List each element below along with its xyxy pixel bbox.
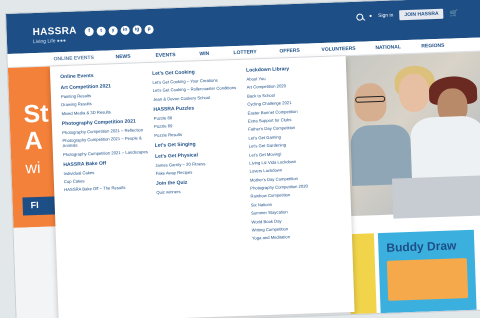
photo-person-face — [398, 73, 430, 113]
brand-logo[interactable]: HASSRA Living Life ●●● — [32, 26, 77, 46]
hero-button[interactable]: FI — [22, 196, 58, 216]
menu-link[interactable]: Cycling Challenge 2021 — [247, 99, 339, 107]
menu-heading[interactable]: Online Events — [60, 71, 148, 80]
nav-national[interactable]: NATIONAL — [375, 44, 401, 51]
hero-headline: St A wi — [23, 99, 51, 183]
buddy-draw-card[interactable]: Buddy Draw — [377, 229, 477, 314]
menu-link[interactable]: James Garrity – 20 Fitness — [155, 159, 243, 168]
menu-link[interactable]: Puzzle 88 — [154, 113, 242, 121]
menu-link[interactable]: Father's Day Competition — [248, 124, 340, 132]
menu-link[interactable]: Extra Support for Clubs — [248, 115, 340, 124]
menu-link[interactable]: Let's Get Gardening — [249, 141, 341, 148]
nav-lottery[interactable]: LOTTERY — [233, 49, 256, 56]
menu-link[interactable]: Drawing Results — [61, 99, 149, 107]
hero-line-1: St — [23, 99, 49, 129]
menu-link[interactable]: Let's Get Moving! — [249, 149, 341, 157]
header-toolbar: ● Sign in JOIN HASSRA 🛒 — [355, 8, 459, 22]
menu-link[interactable]: Photography Competition 2021 – People & … — [62, 135, 150, 149]
menu-link[interactable]: Writing Competition — [252, 224, 344, 232]
photo-laptop — [391, 175, 480, 219]
hero-line-3: wi — [25, 159, 41, 178]
search-icon[interactable] — [355, 13, 364, 21]
menu-heading[interactable]: Lockdown Library — [246, 64, 338, 73]
menu-heading[interactable]: Let's Get Cooking — [152, 68, 240, 76]
brand-name: HASSRA — [32, 25, 77, 39]
menu-column-1: Online Events Art Competition 2021 Paintin… — [60, 71, 152, 196]
menu-heading[interactable]: Photography Competition 2021 — [62, 118, 150, 127]
menu-column-2: Let's Get Cooking Let's Get Cooking – You… — [152, 68, 244, 198]
twitter-icon[interactable]: t — [96, 26, 106, 36]
menu-heading[interactable]: Join the Quiz — [156, 178, 244, 187]
user-icon: ● — [368, 13, 373, 20]
menu-link[interactable]: Art Competition 2020 — [247, 82, 339, 90]
nav-news[interactable]: NEWS — [115, 54, 130, 61]
menu-link[interactable]: Puzzle Results — [154, 129, 242, 137]
cart-icon[interactable]: 🛒 — [449, 9, 458, 17]
hero-line-2: A — [23, 126, 43, 156]
monitor-screen: HASSRA Living Life ●●● f t y in ig p ● S… — [6, 0, 480, 318]
menu-heading[interactable]: HASSRA Bake Off — [63, 159, 151, 167]
nav-win[interactable]: WIN — [199, 51, 209, 57]
menu-link[interactable]: Living Liz Vida Lockdown — [249, 157, 341, 166]
menu-link[interactable]: Cup Cakes — [64, 176, 152, 184]
menu-link[interactable]: Mother's Day Competition — [250, 174, 342, 183]
menu-link[interactable]: About You — [246, 73, 338, 82]
join-button[interactable]: JOIN HASSRA — [399, 8, 444, 21]
menu-link[interactable]: Summer Staycation — [251, 208, 343, 216]
menu-link[interactable]: Photography Competition 2021 – Reflectio… — [62, 127, 150, 135]
nav-online-events[interactable]: ONLINE EVENTS — [54, 55, 94, 62]
menu-heading[interactable]: Let's Get Singing — [155, 139, 243, 148]
menu-link[interactable]: Fake Away Recipes — [156, 168, 244, 176]
facebook-icon[interactable]: f — [84, 26, 94, 37]
menu-link[interactable]: Mixed Media & 3D Results — [61, 108, 149, 116]
menu-link[interactable]: Painting Results — [61, 91, 149, 99]
photo-glasses — [355, 95, 386, 103]
menu-heading[interactable]: Art Competition 2021 — [61, 82, 149, 91]
menu-link[interactable]: Individual Cakes — [64, 168, 152, 176]
photo-scene: HASSRA Living Life ●●● f t y in ig p ● S… — [0, 0, 480, 318]
promo-cards: Buddy Draw — [347, 223, 480, 318]
menu-link[interactable]: Six Nations — [251, 199, 343, 208]
menu-link[interactable]: Let's Get Cooking – Rollercoaster Condit… — [153, 85, 241, 93]
menu-link[interactable]: HASSRA Bake Off – The Results — [64, 184, 152, 192]
menu-column-3: Lockdown Library About You Art Competition… — [246, 64, 344, 244]
menu-link[interactable]: Let's Get Cooking – Your Creations — [152, 77, 240, 85]
menu-link[interactable]: Quiz winners — [156, 187, 244, 195]
brand-tagline: Living Life ●●● — [32, 37, 67, 46]
menu-link[interactable]: World Book Day — [251, 216, 343, 224]
menu-link[interactable]: Puzzle 89 — [154, 121, 242, 129]
menu-link[interactable]: Rainbow Competition — [250, 191, 342, 199]
youtube-icon[interactable]: y — [108, 26, 118, 36]
content-area — [13, 226, 59, 318]
menu-link[interactable]: Jean & Devon Cookery School — [153, 94, 241, 102]
signin-link[interactable]: Sign in — [378, 12, 393, 19]
buddy-draw-image — [386, 258, 469, 301]
nav-events[interactable]: EVENTS — [155, 52, 175, 59]
menu-heading[interactable]: Let's Get Physical — [155, 150, 243, 159]
photo-person-body — [409, 115, 480, 182]
menu-link[interactable]: Easter Bonnet Competition — [248, 107, 340, 115]
menu-link[interactable]: Yoga and Meditation — [252, 233, 344, 241]
online-events-mega-menu: Online Events Art Competition 2021 Paintin… — [49, 56, 355, 318]
menu-heading[interactable]: HASSRA Puzzles — [153, 104, 241, 112]
pinterest-icon[interactable]: p — [144, 24, 154, 35]
instagram-icon[interactable]: ig — [132, 25, 142, 35]
linkedin-icon[interactable]: in — [120, 25, 130, 36]
menu-link[interactable]: Photography Competition 2020 — [250, 182, 342, 191]
photo-person-body — [350, 123, 413, 187]
nav-regions[interactable]: REGIONS — [421, 43, 444, 50]
menu-link[interactable]: Let's Get Gaming — [248, 132, 340, 140]
menu-link[interactable]: Back to School — [247, 90, 339, 98]
nav-volunteers[interactable]: VOLUNTEERS — [321, 46, 355, 53]
nav-offers[interactable]: OFFERS — [279, 48, 299, 55]
menu-link[interactable]: Photography Competition 2021 – Landscape… — [63, 149, 151, 157]
social-links: f t y in ig p — [84, 24, 154, 37]
buddy-draw-title: Buddy Draw — [386, 238, 457, 255]
menu-link[interactable]: Lovers Lockdown — [250, 166, 342, 174]
